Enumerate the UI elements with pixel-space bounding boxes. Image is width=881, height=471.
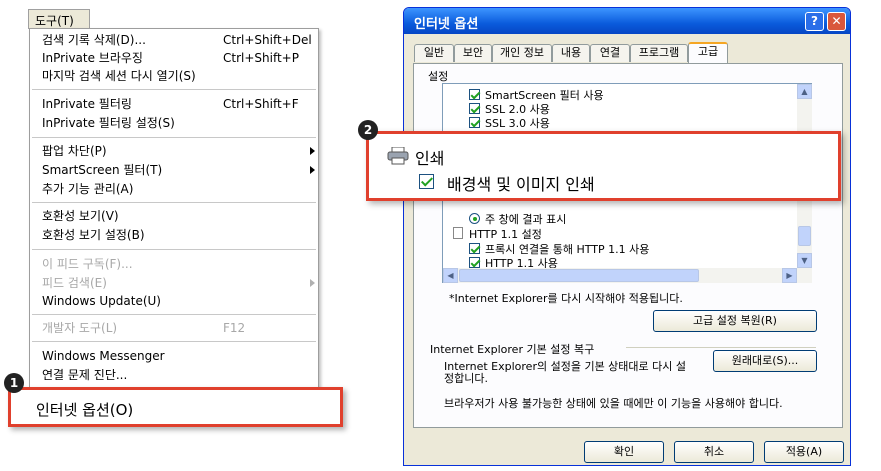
menu-separator [32, 89, 316, 90]
tab-connections[interactable]: 연결 [590, 44, 630, 62]
restore-advanced-button[interactable]: 고급 설정 복원(R) [653, 310, 817, 332]
scroll-left-icon[interactable]: ◀ [443, 268, 458, 283]
menu-item-delete-history[interactable]: 검색 기록 삭제(D)... [42, 31, 146, 49]
menu-item-popup-blocker[interactable]: 팝업 차단(P) [42, 142, 107, 160]
submenu-arrow-icon [310, 166, 315, 174]
checkbox-checked-icon[interactable] [469, 117, 480, 128]
internet-options-dialog: 인터넷 옵션 ? ✕ 일반 보안 개인 정보 내용 연결 프로그램 고급 설정 … [403, 7, 851, 466]
apply-button[interactable]: 적용(A) [764, 441, 844, 463]
internet-options-label: 인터넷 옵션(O) [36, 401, 134, 419]
menu-item-compat-view-settings[interactable]: 호환성 보기 설정(B) [42, 226, 145, 244]
menu-item-manage-addons[interactable]: 추가 기능 관리(A) [42, 180, 133, 198]
menu-item-feed-discovery: 피드 검색(E) [42, 276, 107, 290]
reset-description-cont: 정합니다. [444, 372, 488, 385]
menu-separator [32, 341, 316, 342]
tab-general[interactable]: 일반 [414, 44, 454, 62]
scroll-thumb[interactable] [798, 226, 811, 246]
help-button[interactable]: ? [805, 12, 824, 31]
setting-label: SSL 3.0 사용 [485, 117, 550, 130]
menu-item-compat-view[interactable]: 호환성 보기(V) [42, 207, 119, 225]
menu-item-subscribe-feed: 이 피드 구독(F)... [42, 257, 133, 271]
horizontal-scrollbar[interactable]: ◀ ▶ [443, 268, 812, 283]
shortcut-delete-history: Ctrl+Shift+Del [223, 33, 312, 47]
tools-menu-button[interactable]: 도구(T) [28, 9, 90, 29]
shortcut-inprivate-browsing: Ctrl+Shift+P [223, 51, 299, 65]
menu-item-windows-update[interactable]: Windows Update(U) [42, 292, 161, 310]
menu-separator [32, 137, 316, 138]
reset-button[interactable]: 원래대로(S)... [713, 350, 817, 372]
step-2-badge: 2 [358, 120, 378, 140]
checkbox-checked-icon[interactable] [469, 89, 480, 100]
scroll-down-icon[interactable]: ▼ [797, 253, 812, 268]
page-icon [453, 227, 463, 239]
reset-warning: 브라우저가 사용 불가능한 상태에 있을 때에만 이 기능을 사용해야 합니다. [444, 397, 783, 410]
radio-selected-icon[interactable] [469, 213, 480, 224]
checkbox-checked-icon[interactable] [469, 257, 480, 268]
menu-item-reopen-session[interactable]: 마지막 검색 세션 다시 열기(S) [42, 67, 196, 85]
cancel-button[interactable]: 취소 [674, 441, 754, 463]
tab-security[interactable]: 보안 [454, 44, 492, 62]
tools-menu-title: 도구(T) [35, 14, 74, 28]
checkbox-checked-icon[interactable] [469, 103, 480, 114]
print-background-callout: 인쇄 배경색 및 이미지 인쇄 [366, 131, 841, 201]
restart-note: *Internet Explorer를 다시 시작해야 적용됩니다. [449, 292, 683, 305]
setting-label: 주 창에 결과 표시 [485, 213, 567, 226]
submenu-arrow-icon [310, 147, 315, 155]
shortcut-developer-tools: F12 [223, 321, 246, 335]
dialog-title: 인터넷 옵션 [414, 17, 479, 32]
menu-item-inprivate-filtering[interactable]: InPrivate 필터링 [42, 95, 132, 113]
scroll-thumb[interactable] [459, 269, 699, 282]
dialog-titlebar: 인터넷 옵션 ? ✕ [404, 8, 850, 34]
menu-item-inprivate-browsing[interactable]: InPrivate 브라우징 [42, 49, 143, 67]
tab-programs[interactable]: 프로그램 [630, 44, 688, 62]
menu-item-smartscreen[interactable]: SmartScreen 필터(T) [42, 161, 162, 179]
scroll-right-icon[interactable]: ▶ [782, 268, 797, 283]
tab-content[interactable]: 내용 [552, 44, 590, 62]
tools-menu: 검색 기록 삭제(D)... Ctrl+Shift+Del InPrivate … [29, 28, 319, 388]
setting-group-label: HTTP 1.1 설정 [469, 228, 542, 241]
step-1-badge: 1 [4, 373, 24, 393]
menu-item-internet-options[interactable]: 인터넷 옵션(O) [8, 387, 343, 427]
menu-separator [32, 249, 316, 250]
ok-button[interactable]: 확인 [584, 441, 664, 463]
menu-item-inprivate-filtering-settings[interactable]: InPrivate 필터링 설정(S) [42, 114, 175, 132]
checkbox-checked-icon[interactable] [419, 174, 434, 189]
menu-item-developer-tools: 개발자 도구(L) [42, 321, 118, 335]
settings-label: 설정 [428, 70, 449, 83]
menu-separator [32, 314, 316, 315]
menu-item-diagnose-connection[interactable]: 연결 문제 진단... [42, 366, 127, 384]
menu-item-windows-messenger[interactable]: Windows Messenger [42, 347, 165, 365]
print-group-label: 인쇄 [415, 149, 445, 168]
shortcut-inprivate-filtering: Ctrl+Shift+F [223, 97, 299, 111]
tab-privacy[interactable]: 개인 정보 [492, 44, 552, 62]
printer-icon [387, 147, 409, 165]
group-divider [626, 347, 816, 348]
submenu-arrow-icon [310, 279, 315, 287]
checkbox-checked-icon[interactable] [469, 243, 480, 254]
scroll-up-icon[interactable]: ▲ [797, 84, 812, 99]
tab-advanced[interactable]: 고급 [688, 42, 728, 63]
menu-separator [32, 202, 316, 203]
reset-group-label: Internet Explorer 기본 설정 복구 [430, 343, 595, 356]
close-button[interactable]: ✕ [827, 12, 846, 31]
print-background-label: 배경색 및 이미지 인쇄 [447, 175, 595, 194]
